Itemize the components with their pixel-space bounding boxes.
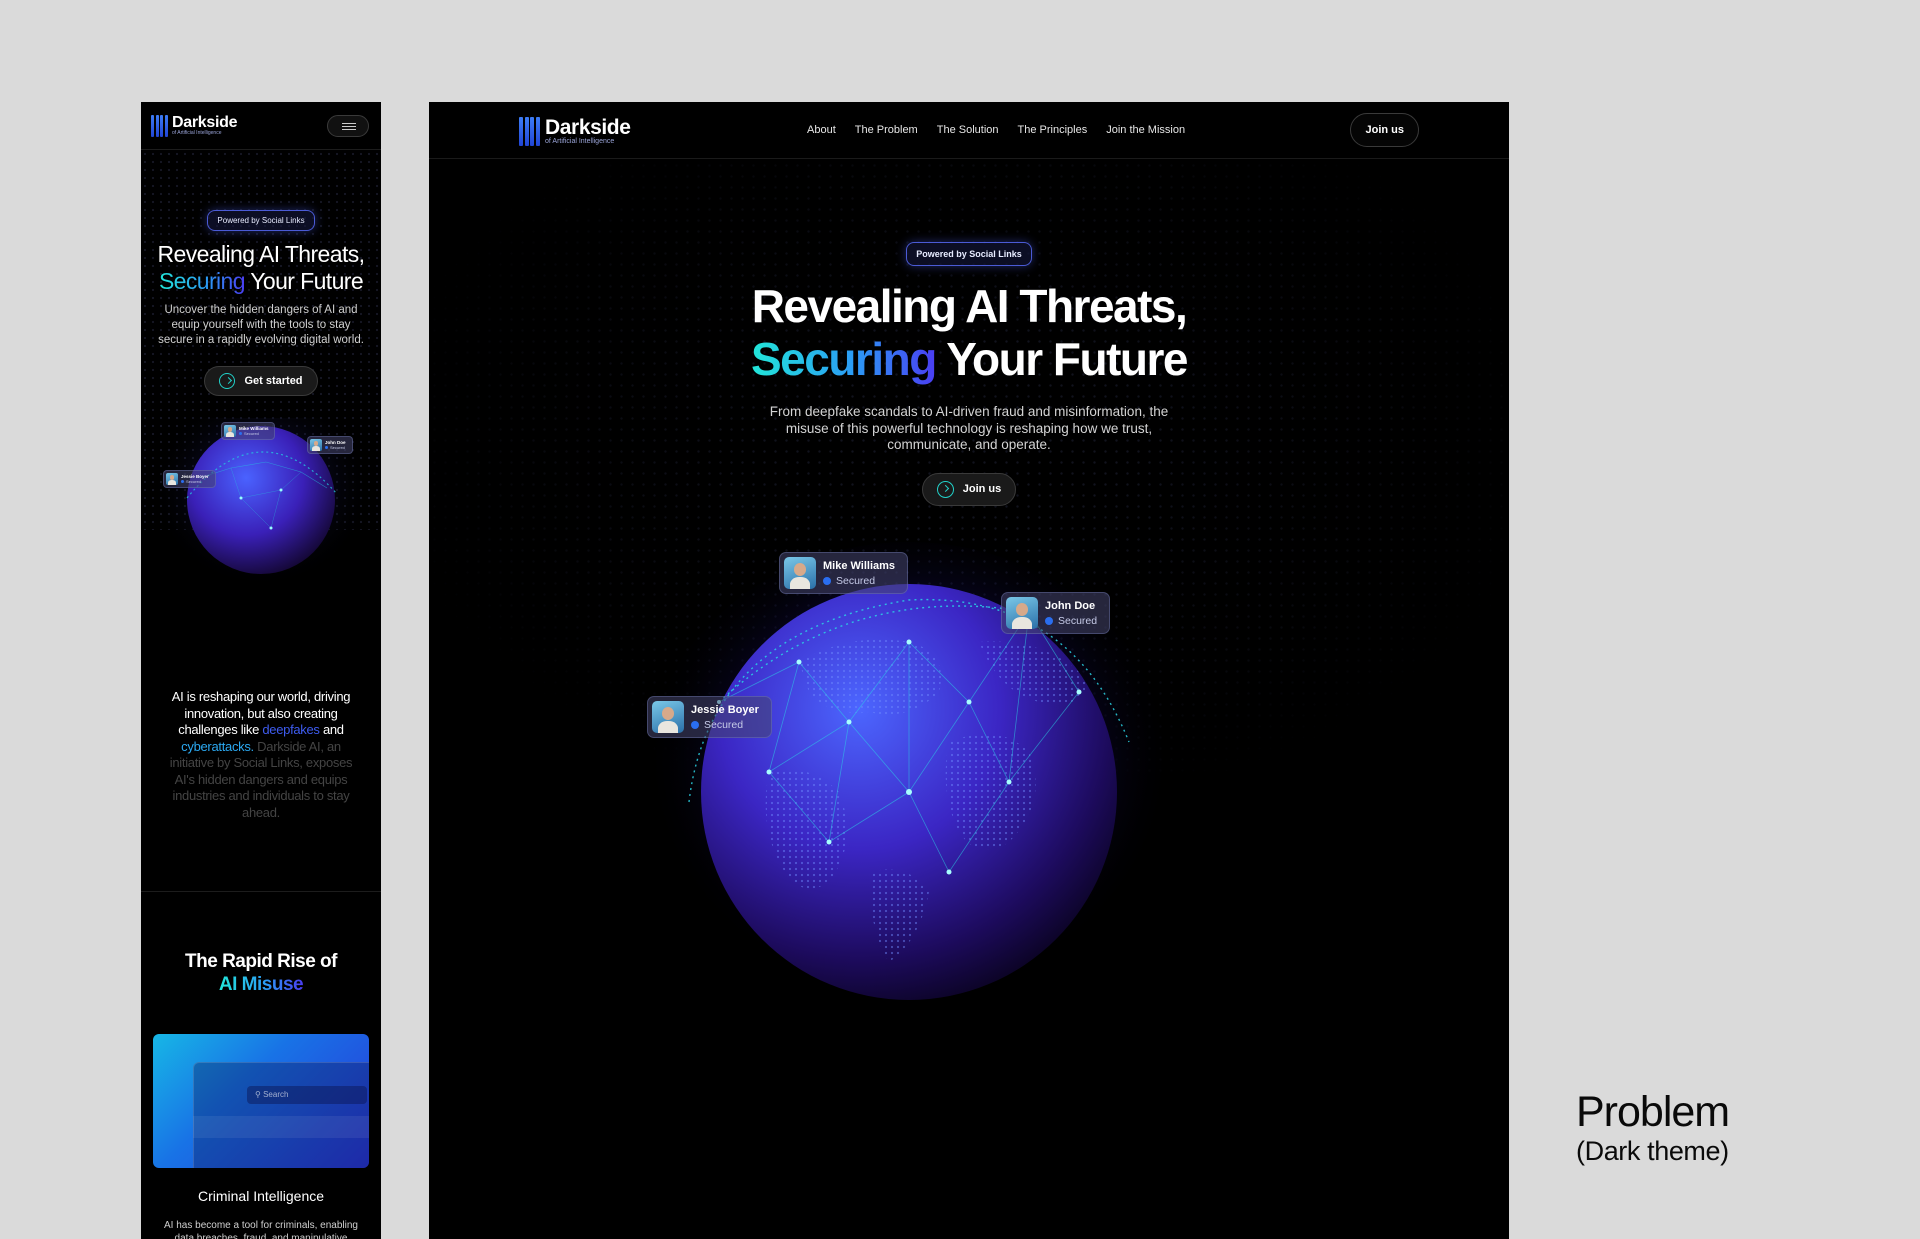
hero-title-rest: Your Future [244,268,364,294]
globe-tag-status-text: Secured [836,574,876,587]
card-description: AI has become a tool for criminals, enab… [164,1220,358,1239]
globe-tag[interactable]: Mike Williams Secured [221,422,276,440]
card-title: Criminal Intelligence [197,1188,325,1204]
nav-link-about[interactable]: About [807,124,836,136]
hero-title-rest: Your Future [935,333,1188,385]
brand-tagline: of Artificial Intelligence [545,137,615,145]
hero-title-accent: Securing [158,268,246,294]
nav-link-problem[interactable]: The Problem [855,124,918,136]
avatar [1006,597,1038,629]
nav-link-solution[interactable]: The Solution [937,124,999,136]
verified-dot-icon [325,446,328,449]
hero-subtitle: From deepfake scandals to AI-driven frau… [769,404,1169,452]
globe-tag-status: Secured [1045,615,1097,627]
globe-tag-status: Secured [823,575,895,587]
intro-text-2: and [319,722,344,737]
section-divider [141,891,381,892]
hero-title: Revealing AI Threats, Securing Your Futu… [429,280,1509,386]
nav-links: About The Problem The Solution The Princ… [807,124,1204,136]
get-started-label: Get started [244,375,303,387]
menu-button[interactable] [327,115,369,137]
frame-caption: Problem (Dark theme) [1576,1088,1730,1168]
card-panel [193,1062,369,1168]
mobile-frame: Darkside of Artificial Intelligence Powe… [141,102,381,1239]
section-title: The Rapid Rise of AI Misuse [141,950,381,996]
globe-tag[interactable]: John Doe Secured [1001,592,1111,634]
intro-highlight-cyberattacks: cyberattacks [181,738,251,754]
globe-tag[interactable]: Mike Williams Secured [779,552,909,594]
globe-tag-name: John Doe [1045,599,1096,612]
globe-tag-status-text: Secured [186,479,201,484]
avatar [652,701,684,733]
menu-icon-line [342,126,356,127]
nav-link-principles[interactable]: The Principles [1018,124,1088,136]
globe-tag-status: Secured [325,445,346,450]
hero-title-line1: Revealing AI Threats, [157,241,365,267]
verified-dot-icon [1045,616,1053,625]
globe-tag[interactable]: Jessie Boyer Secured [647,696,772,738]
globe-tag-status-text: Secured [1058,614,1098,627]
verified-dot-icon [691,720,699,729]
intro-paragraph: AI is reshaping our world, driving innov… [141,689,381,821]
powered-by-badge: Powered by Social Links [906,242,1032,266]
logo-bars-icon [519,117,541,146]
search-icon: ⚲ [255,1090,261,1099]
menu-icon-line [342,129,356,130]
card-search-placeholder: Search [263,1090,289,1099]
brand-name: Darkside [172,114,238,131]
avatar [784,557,816,589]
arrow-circle-icon [936,480,954,498]
globe-graphic: Mike Williams Secured John Doe Secured J… [644,542,1174,1022]
section-title-accent: AI Misuse [218,974,304,995]
powered-by-badge: Powered by Social Links [207,210,315,231]
hero-title-line1: Revealing AI Threats, [751,280,1188,332]
hero-title: Revealing AI Threats, Securing Your Futu… [141,241,381,295]
globe-graphic: Mike Williams Secured John Doe Secured J… [141,398,381,598]
globe-tag-status: Secured [239,431,268,436]
globe-tag-status-text: Secured [330,445,345,450]
globe-tag[interactable]: Jessie Boyer Secured [163,470,216,488]
brand-tagline: of Artificial Intelligence [172,130,222,136]
desktop-hero: Powered by Social Links Revealing AI Thr… [429,242,1509,506]
globe-tag-status-text: Secured [704,718,744,731]
hero-title-accent: Securing [750,333,937,385]
globe-tag-name: Mike Williams [823,559,896,572]
get-started-button[interactable]: Get started [204,366,318,396]
arrow-circle-icon [219,373,236,389]
brand-name: Darkside [545,115,631,139]
avatar [310,439,322,451]
globe-tag-status: Secured [691,719,759,731]
globe-tag-status: Secured [181,479,209,484]
menu-icon [342,123,356,124]
desktop-frame: Darkside of Artificial Intelligence Abou… [429,102,1509,1239]
intro-highlight-deepfakes: deepfakes [262,722,320,737]
globe-tag[interactable]: John Doe Secured [307,436,353,454]
caption-title: Problem [1576,1088,1730,1136]
join-us-nav-button[interactable]: Join us [1350,113,1419,147]
brand-logo[interactable]: Darkside of Artificial Intelligence [172,114,238,136]
card-row [193,1116,369,1138]
card-search-field: ⚲ Search [247,1086,367,1104]
criminal-intelligence-card-image: ⚲ Search [153,1034,369,1168]
brand-logo[interactable]: Darkside of Artificial Intelligence [519,117,631,146]
section-title-line1: The Rapid Rise of [185,951,337,972]
hero-subtitle: Uncover the hidden dangers of AI and equ… [158,304,364,346]
logo-bars-icon[interactable] [151,114,169,137]
verified-dot-icon [239,432,242,435]
caption-subtitle: (Dark theme) [1576,1136,1729,1166]
globe-tag-status-text: Secured [244,431,259,436]
globe-tag-name: Jessie Boyer [691,703,759,716]
mobile-navbar: Darkside of Artificial Intelligence [141,102,381,150]
brand-logo-text: Darkside of Artificial Intelligence [545,115,631,146]
desktop-navbar: Darkside of Artificial Intelligence Abou… [429,102,1509,159]
avatar [224,425,236,437]
mobile-hero: Powered by Social Links Revealing AI Thr… [141,150,381,598]
join-us-hero-button[interactable]: Join us [921,472,1017,506]
verified-dot-icon [823,576,831,585]
verified-dot-icon [181,480,184,483]
nav-link-join-mission[interactable]: Join the Mission [1106,124,1185,136]
avatar [166,473,178,485]
join-us-hero-label: Join us [962,483,1002,495]
